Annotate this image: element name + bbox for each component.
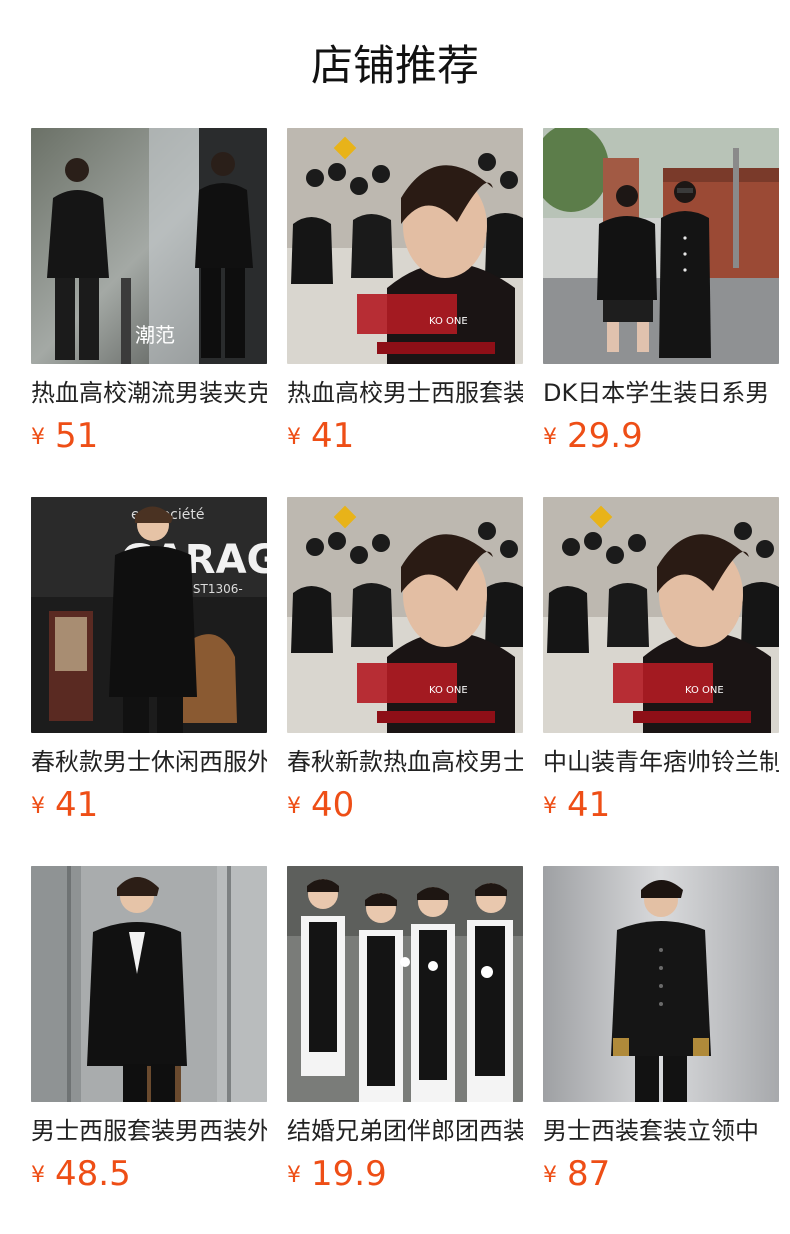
price-amount: 19.9	[311, 1154, 387, 1194]
product-card[interactable]: KO ONE 春秋新款热血高校男士 ¥40	[287, 497, 523, 825]
product-price: ¥48.5	[31, 1154, 267, 1194]
product-name[interactable]: 中山装青年痞帅铃兰制服	[543, 745, 779, 779]
product-name[interactable]: 男士西装套装立领中	[543, 1114, 779, 1148]
svg-text:KO ONE: KO ONE	[429, 685, 468, 696]
product-grid: 潮范 热血高校潮流男装夹克 ¥51 KO ONE 热血高校男士西服套装 ¥ 41…	[31, 128, 790, 1194]
product-name[interactable]: DK日本学生装日系男	[543, 376, 779, 410]
product-image[interactable]: 潮范	[31, 128, 267, 364]
product-card[interactable]: DK日本学生装日系男 ¥29.9	[543, 128, 779, 456]
product-card[interactable]: KO ONE 热血高校男士西服套装 ¥41	[287, 128, 523, 456]
price-amount: 51	[55, 416, 99, 456]
currency-symbol: ¥	[31, 794, 45, 819]
section-title: 店铺推荐	[310, 41, 479, 90]
svg-text:KO ONE: KO ONE	[685, 685, 724, 696]
product-name[interactable]: 结婚兄弟团伴郎团西装	[287, 1114, 523, 1148]
price-amount: 41	[55, 785, 99, 825]
currency-symbol: ¥	[287, 1163, 301, 1188]
currency-symbol: ¥	[287, 794, 301, 819]
product-image[interactable]: KO ONE	[287, 497, 523, 733]
price-amount: 48.5	[55, 1154, 131, 1194]
currency-symbol: ¥	[543, 1163, 557, 1188]
product-card[interactable]: 男士西服套装男西装外套 ¥48.5	[31, 866, 267, 1194]
product-name[interactable]: 春秋款男士休闲西服外套	[31, 745, 267, 779]
product-price: ¥29.9	[543, 416, 779, 456]
product-image[interactable]: KO ONE	[543, 497, 779, 733]
price-amount: 41	[567, 785, 611, 825]
product-card[interactable]: 结婚兄弟团伴郎团西装 ¥19.9	[287, 866, 523, 1194]
price-amount: 40	[311, 785, 355, 825]
product-name[interactable]: 热血高校潮流男装夹克	[31, 376, 267, 410]
price-amount: 29.9	[567, 416, 643, 456]
product-image[interactable]	[31, 866, 267, 1102]
product-image[interactable]: ee Société GARAGE5 -EST1306-	[31, 497, 267, 733]
product-image[interactable]: KO ONE	[287, 128, 523, 364]
product-price: ¥19.9	[287, 1154, 523, 1194]
product-image[interactable]	[543, 866, 779, 1102]
product-name[interactable]: 热血高校男士西服套装	[287, 376, 523, 410]
currency-symbol: ¥	[543, 425, 557, 450]
product-card[interactable]: 男士西装套装立领中 ¥87	[543, 866, 779, 1194]
product-name[interactable]: 春秋新款热血高校男士	[287, 745, 523, 779]
product-name[interactable]: 男士西服套装男西装外套	[31, 1114, 267, 1148]
currency-symbol: ¥	[287, 425, 301, 450]
product-price: ¥87	[543, 1154, 779, 1194]
product-card[interactable]: 潮范 热血高校潮流男装夹克 ¥51	[31, 128, 267, 456]
product-price: ¥41	[31, 785, 267, 825]
currency-symbol: ¥	[31, 425, 45, 450]
currency-symbol: ¥	[31, 1163, 45, 1188]
price-amount: 87	[567, 1154, 611, 1194]
product-image[interactable]	[287, 866, 523, 1102]
svg-text:KO ONE: KO ONE	[429, 316, 468, 327]
currency-symbol: ¥	[543, 794, 557, 819]
product-image[interactable]	[543, 128, 779, 364]
product-price: ¥51	[31, 416, 267, 456]
product-price: ¥41	[543, 785, 779, 825]
price-amount: 41	[311, 416, 355, 456]
product-price: ¥40	[287, 785, 523, 825]
product-card[interactable]: ee Société GARAGE5 -EST1306- 春秋款男士休闲西服外套…	[31, 497, 267, 825]
svg-text:潮范: 潮范	[135, 323, 175, 347]
product-card[interactable]: KO ONE 中山装青年痞帅铃兰制服 ¥41	[543, 497, 779, 825]
product-price: ¥41	[287, 416, 523, 456]
